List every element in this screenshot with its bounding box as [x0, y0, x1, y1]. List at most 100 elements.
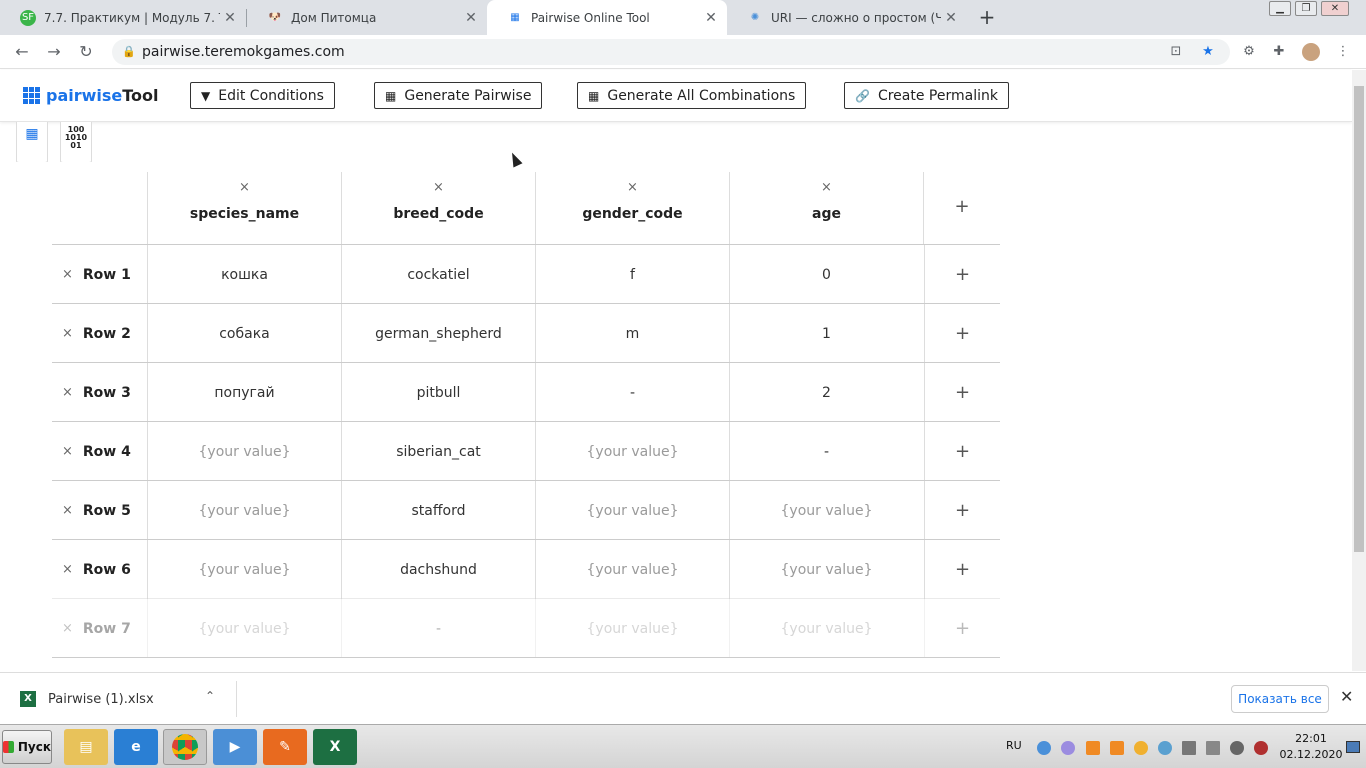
add-value-icon[interactable]: + — [924, 304, 1000, 363]
explorer-icon[interactable]: ▤ — [64, 729, 108, 765]
row-name[interactable]: Row 4 — [83, 444, 131, 460]
grid-cell[interactable]: m — [535, 304, 729, 363]
grid-cell[interactable]: stafford — [341, 481, 535, 540]
start-button[interactable]: Пуск — [2, 730, 52, 764]
grid-cell[interactable]: 1 — [729, 304, 923, 363]
add-value-icon[interactable]: + — [924, 422, 1000, 481]
remove-row-icon[interactable]: × — [62, 621, 73, 636]
sketch-app-icon[interactable]: ✎ — [263, 729, 307, 765]
grid-cell[interactable]: {your value} — [147, 540, 341, 599]
close-icon[interactable]: ✕ — [701, 10, 721, 26]
grid-cell[interactable]: {your value} — [729, 540, 923, 599]
address-bar[interactable]: 🔒 pairwise.teremokgames.com ⊡ ★ — [112, 39, 1230, 65]
close-icon[interactable]: ✕ — [220, 10, 240, 26]
grid-cell[interactable]: 0 — [729, 245, 923, 304]
row-name[interactable]: Row 5 — [83, 503, 131, 519]
add-value-icon[interactable]: + — [924, 599, 1000, 658]
add-value-icon[interactable]: + — [924, 481, 1000, 540]
download-item[interactable]: X Pairwise (1).xlsx — [20, 673, 154, 725]
remove-row-icon[interactable]: × — [62, 503, 73, 518]
grid-cell[interactable]: dachshund — [341, 540, 535, 599]
chrome-icon[interactable] — [163, 729, 207, 765]
add-value-icon[interactable]: + — [924, 245, 1000, 304]
remove-row-icon[interactable]: × — [62, 267, 73, 282]
remove-column-icon[interactable]: × — [730, 180, 923, 195]
chevron-up-icon[interactable]: ⌃ — [205, 689, 215, 703]
media-player-icon[interactable]: ▶ — [213, 729, 257, 765]
remove-column-icon[interactable]: × — [536, 180, 729, 195]
grid-cell[interactable]: {your value} — [147, 422, 341, 481]
row-name[interactable]: Row 3 — [83, 385, 131, 401]
create-permalink-button[interactable]: 🔗 Create Permalink — [844, 82, 1009, 109]
grid-cell[interactable]: 2 — [729, 363, 923, 422]
back-icon[interactable]: ← — [12, 42, 32, 62]
generate-all-combinations-button[interactable]: ▦ Generate All Combinations — [577, 82, 807, 109]
grid-cell[interactable]: {your value} — [535, 422, 729, 481]
column-name[interactable]: gender_code — [536, 206, 729, 222]
grid-cell[interactable]: {your value} — [147, 599, 341, 658]
grid-cell[interactable]: - — [341, 599, 535, 658]
internet-explorer-icon[interactable]: e — [114, 729, 158, 765]
signal-icon[interactable] — [1206, 741, 1220, 755]
row-name[interactable]: Row 7 — [83, 621, 131, 637]
grid-cell[interactable]: {your value} — [729, 599, 923, 658]
tab-practicum[interactable]: SF 7.7. Практикум | Модуль 7. Тестир ✕ — [0, 0, 246, 35]
grid-view-tab[interactable]: ▦ — [16, 122, 48, 162]
remove-row-icon[interactable]: × — [62, 326, 73, 341]
avatar[interactable] — [1302, 43, 1320, 61]
column-name[interactable]: age — [730, 206, 923, 222]
flag-icon[interactable] — [1182, 741, 1196, 755]
remove-row-icon[interactable]: × — [62, 444, 73, 459]
generate-pairwise-button[interactable]: ▦ Generate Pairwise — [374, 82, 543, 109]
window-close-button[interactable]: ✕ — [1321, 1, 1349, 16]
show-desktop-button[interactable] — [1346, 741, 1360, 753]
grid-cell[interactable]: попугай — [147, 363, 341, 422]
translate-icon[interactable]: ⊡ — [1167, 43, 1185, 61]
extension-badge-icon[interactable]: ⚙ — [1240, 43, 1258, 61]
antivirus-icon[interactable] — [1254, 741, 1268, 755]
grid-cell[interactable]: siberian_cat — [341, 422, 535, 481]
clock[interactable]: 22:01 02.12.2020 — [1276, 731, 1346, 763]
row-name[interactable]: Row 6 — [83, 562, 131, 578]
tray-pen-icon[interactable] — [1061, 741, 1075, 755]
tray-app-icon[interactable] — [1110, 741, 1124, 755]
grid-cell[interactable]: german_shepherd — [341, 304, 535, 363]
star-icon[interactable]: ★ — [1199, 43, 1217, 61]
reload-icon[interactable]: ↻ — [76, 42, 96, 62]
tab-dom-pitomtsa[interactable]: 🐶 Дом Питомца ✕ — [247, 0, 487, 35]
grid-cell[interactable]: {your value} — [147, 481, 341, 540]
remove-row-icon[interactable]: × — [62, 562, 73, 577]
menu-icon[interactable]: ⋮ — [1334, 43, 1352, 61]
edit-conditions-button[interactable]: ▼ Edit Conditions — [190, 82, 335, 109]
add-value-icon[interactable]: + — [924, 540, 1000, 599]
remove-column-icon[interactable]: × — [148, 180, 341, 195]
grid-cell[interactable]: - — [729, 422, 923, 481]
tab-pairwise[interactable]: ▦ Pairwise Online Tool ✕ — [487, 0, 727, 35]
new-tab-button[interactable]: + — [976, 5, 998, 29]
show-all-button[interactable]: Показать все — [1231, 685, 1329, 713]
grid-cell[interactable]: {your value} — [535, 599, 729, 658]
excel-icon[interactable]: X — [313, 729, 357, 765]
grid-cell[interactable]: кошка — [147, 245, 341, 304]
volume-icon[interactable] — [1230, 741, 1244, 755]
column-name[interactable]: species_name — [148, 206, 341, 222]
binary-view-tab[interactable]: 100 1010 01 — [60, 122, 92, 162]
row-name[interactable]: Row 1 — [83, 267, 131, 283]
close-icon[interactable]: ✕ — [941, 10, 961, 26]
grid-cell[interactable]: {your value} — [729, 481, 923, 540]
tray-app-icon[interactable] — [1037, 741, 1051, 755]
grid-cell[interactable]: - — [535, 363, 729, 422]
grid-cell[interactable]: {your value} — [535, 481, 729, 540]
grid-cell[interactable]: {your value} — [535, 540, 729, 599]
tray-app-icon[interactable] — [1134, 741, 1148, 755]
column-name[interactable]: breed_code — [342, 206, 535, 222]
close-icon[interactable]: ✕ — [461, 10, 481, 26]
grid-cell[interactable]: собака — [147, 304, 341, 363]
grid-cell[interactable]: cockatiel — [341, 245, 535, 304]
close-icon[interactable]: ✕ — [1340, 687, 1353, 706]
language-indicator[interactable]: RU — [1006, 739, 1022, 752]
network-icon[interactable] — [1158, 741, 1172, 755]
grid-cell[interactable]: pitbull — [341, 363, 535, 422]
remove-row-icon[interactable]: × — [62, 385, 73, 400]
puzzle-icon[interactable]: ✚ — [1270, 43, 1288, 61]
